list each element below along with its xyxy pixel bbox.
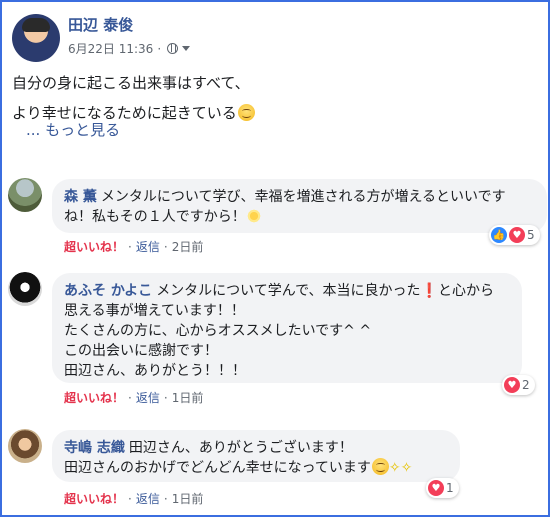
commenter-avatar[interactable] — [8, 178, 42, 212]
see-more-link[interactable]: ... もっと見る — [26, 119, 120, 140]
comment-text: メンタルについて学び、幸福を増進される方が増えるといいです — [100, 189, 506, 205]
smile-emoji-icon — [371, 458, 389, 475]
love-icon: ♥ — [509, 227, 525, 243]
smile-emoji-icon — [237, 104, 255, 121]
comment-text: 思える事が増えています！！ — [64, 303, 245, 319]
reply-button[interactable]: 返信 — [136, 240, 160, 254]
comment-text: 田辺さんのおかげでどんどん幸せになっています — [64, 460, 371, 476]
love-icon: ♥ — [428, 480, 444, 496]
comment-bubble: 森 薫メンタルについて学び、幸福を増進される方が増えるといいです ね！私もその１… — [52, 179, 547, 233]
reaction-count: 5 — [527, 228, 535, 242]
reaction-count: 2 — [522, 378, 530, 392]
commenter-avatar[interactable] — [8, 429, 42, 463]
comment-bubble: あふそ かよこ メンタルについて学んで、本当に良かった❗と心から 思える事が増えて… — [52, 273, 522, 383]
author-avatar[interactable] — [12, 14, 60, 62]
comment-actions: 超いいね！ · 返信 · 1日前 — [64, 492, 204, 506]
like-icon: 👍 — [491, 227, 507, 243]
reaction-summary[interactable]: 👍 ♥ 5 — [489, 225, 540, 245]
comment-text: 田辺さん、ありがとう！！！ — [64, 363, 246, 379]
commenter-name[interactable]: 森 薫 — [64, 189, 97, 205]
commenter-name[interactable]: 寺嶋 志織 — [64, 440, 125, 456]
sun-emoji-icon — [245, 208, 262, 224]
commenter-avatar[interactable] — [8, 272, 42, 306]
super-like-button[interactable]: 超いいね！ — [64, 492, 124, 506]
love-icon: ♥ — [504, 377, 520, 393]
super-like-button[interactable]: 超いいね！ — [64, 391, 124, 405]
comment-bubble: 寺嶋 志織 田辺さん、ありがとうございます！ 田辺さんのおかげでどんどん幸せになっ… — [52, 430, 460, 482]
reaction-summary[interactable]: ♥ 1 — [426, 478, 459, 498]
facebook-post-frame: 田辺 泰俊 6月22日 11:36 · 自分の身に起こる出来事はすべて、 より幸… — [0, 0, 550, 517]
comment-time[interactable]: 2日前 — [172, 240, 204, 254]
sparkles-emoji-icon: ✧✧ — [388, 460, 413, 476]
post-author-name[interactable]: 田辺 泰俊 — [68, 14, 133, 35]
comment-text: と心から — [437, 283, 494, 299]
comment-time[interactable]: 1日前 — [172, 391, 204, 405]
comment-actions: 超いいね！ · 返信 · 1日前 — [64, 391, 204, 405]
commenter-name[interactable]: あふそ かよこ — [64, 283, 152, 299]
reaction-summary[interactable]: ♥ 2 — [502, 375, 535, 395]
comment-text: メンタルについて学んで、本当に良かった — [156, 283, 421, 299]
globe-icon[interactable] — [167, 43, 179, 54]
comment-text: 田辺さん、ありがとうございます！ — [128, 440, 353, 456]
comment-actions: 超いいね！ · 返信 · 2日前 — [64, 240, 204, 254]
reaction-count: 1 — [446, 481, 454, 495]
comment-text: ね！私もその１人ですから！ — [64, 209, 246, 225]
post-date[interactable]: 6月22日 11:36 — [68, 40, 153, 57]
comment-text: この出会いに感謝です！ — [64, 343, 218, 359]
reply-button[interactable]: 返信 — [136, 391, 160, 405]
comment-time[interactable]: 1日前 — [172, 492, 204, 506]
post-meta: 6月22日 11:36 · — [68, 40, 191, 57]
post-text-line1: 自分の身に起こる出来事はすべて、 — [12, 74, 250, 92]
comment-text: たくさんの方に、心からオススメしたいです^ ^ — [64, 323, 372, 339]
exclamation-emoji-icon: ❗ — [420, 283, 438, 299]
super-like-button[interactable]: 超いいね！ — [64, 240, 124, 254]
chevron-down-icon[interactable] — [182, 46, 191, 51]
reply-button[interactable]: 返信 — [136, 492, 160, 506]
